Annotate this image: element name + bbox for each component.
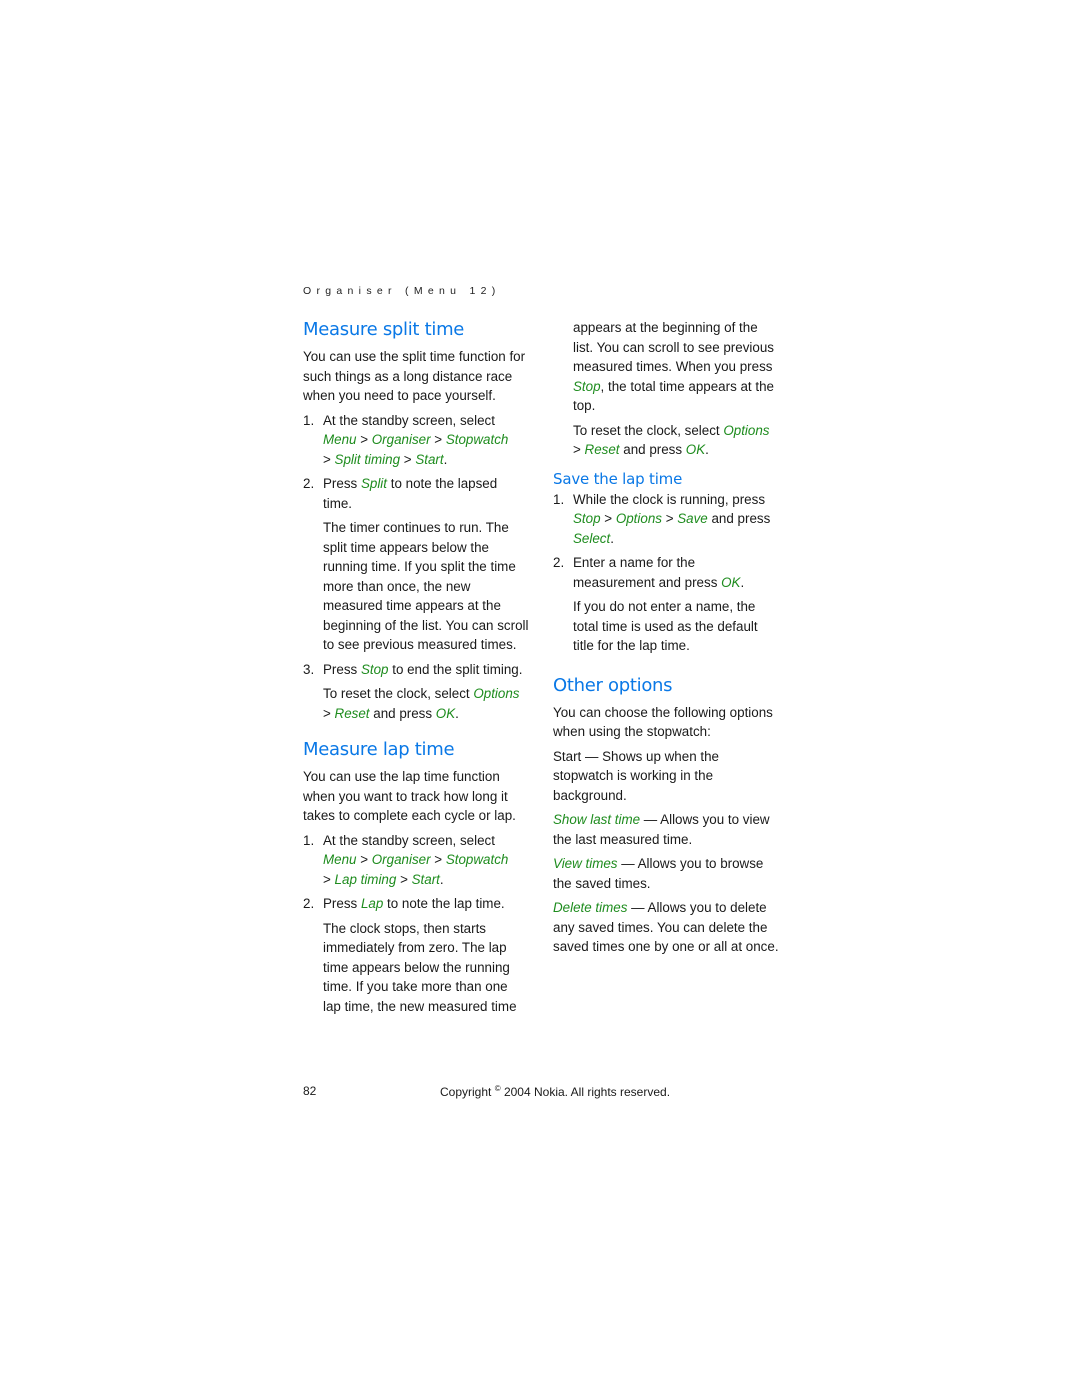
split-intro: You can use the split time function for … — [303, 349, 526, 403]
split-step-3: 3. Press Stop to end the split timing. — [303, 661, 523, 677]
menu-path-item: Options — [615, 511, 662, 526]
lap-note: The clock stops, then starts immediately… — [323, 920, 517, 1014]
save-step-2: 2. Enter a name for the measurement and … — [553, 555, 745, 590]
lap-intro: You can use the lap time function when y… — [303, 769, 516, 823]
menu-path-item: Organiser — [371, 432, 431, 447]
lap-note-continued: appears at the beginning of the list. Yo… — [573, 320, 774, 413]
command-select: Select — [573, 530, 611, 546]
menu-path-item: Start — [415, 451, 444, 467]
running-head: Organiser (Menu 12) — [303, 285, 501, 297]
save-note: If you do not enter a name, the total ti… — [573, 599, 758, 653]
save-step-1: 1. While the clock is running, press Sto… — [553, 491, 771, 546]
menu-path-item: Menu — [323, 852, 357, 867]
option-item: Show last time — Allows you to view the … — [553, 812, 770, 847]
split-step-2: 2. Press Split to note the lapsed time. — [303, 476, 498, 511]
right-column: appears at the beginning of the list. Yo… — [553, 318, 779, 962]
command-stop: Stop — [360, 661, 389, 677]
menu-path-item: Save — [677, 511, 708, 526]
menu-path-item: Stopwatch — [445, 852, 509, 867]
split-reset-note: To reset the clock, select Options > Res… — [323, 686, 520, 721]
option-item: Start — Shows up when the stopwatch is w… — [553, 748, 719, 803]
menu-path-item: Organiser — [371, 852, 431, 867]
section-title-split: Measure split time — [303, 319, 465, 340]
menu-path-item: Stopwatch — [445, 432, 509, 447]
section-title-other: Other options — [553, 674, 673, 696]
page-number: 82 — [303, 1084, 317, 1098]
menu-path-item: Lap timing — [334, 871, 397, 887]
option-item: Delete times — Allows you to delete any … — [553, 900, 779, 954]
left-column: Measure split time You can use the split… — [303, 318, 529, 1021]
split-note: The timer continues to run. The split ti… — [323, 520, 529, 652]
lap-step-1: 1. At the standby screen, select Menu > … — [303, 832, 509, 887]
copyright-notice: Copyright © 2004 Nokia. All rights reser… — [440, 1084, 671, 1099]
section-title-lap: Measure lap time — [303, 739, 455, 760]
menu-path-item: Start — [411, 871, 440, 887]
split-step-1: 1. At the standby screen, select Menu > … — [303, 412, 509, 467]
menu-path-item: Menu — [323, 432, 357, 447]
command-lap: Lap — [360, 896, 384, 911]
other-intro: You can choose the following options whe… — [553, 704, 773, 740]
menu-path-item: Split timing — [334, 451, 401, 467]
option-item: View times — Allows you to browse the sa… — [553, 856, 764, 891]
lap-step-2: 2. Press Lap to note the lap time. — [303, 896, 505, 911]
section-title-save: Save the lap time — [553, 469, 683, 488]
menu-path-item: Stop — [573, 511, 601, 526]
lap-reset-note: To reset the clock, select Options > Res… — [573, 422, 770, 458]
command-split: Split — [360, 476, 388, 491]
